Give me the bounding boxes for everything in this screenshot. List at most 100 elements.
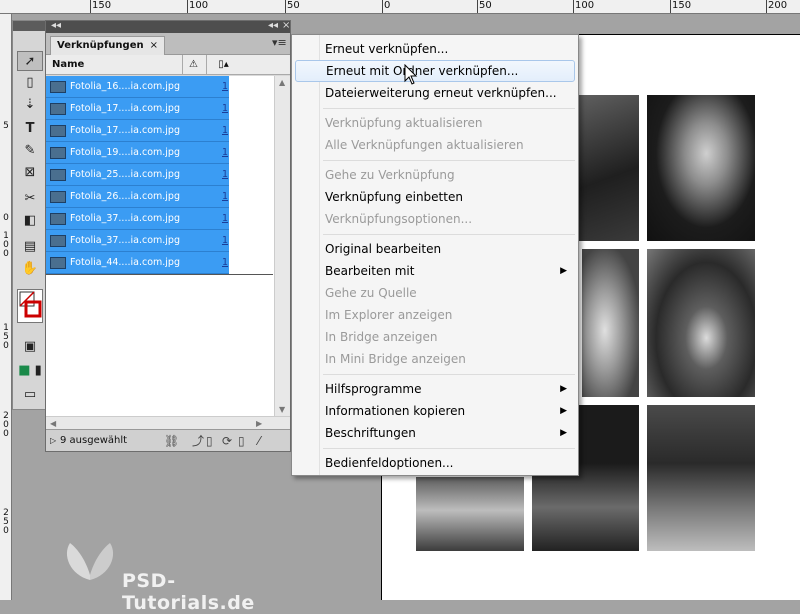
menu-item-relink-folder[interactable]: Erneut mit Ordner verknüpfen...	[295, 60, 575, 82]
hand-tool-icon[interactable]: ✋	[17, 259, 43, 279]
horizontal-ruler[interactable]: 150 100 50 0 50 100 150 200	[0, 0, 800, 14]
menu-item-goto-link[interactable]: Gehe zu Verknüpfung	[325, 164, 575, 186]
menu-item-copy-info[interactable]: Informationen kopieren ▶	[325, 400, 575, 422]
list-divider	[46, 274, 273, 275]
vertical-ruler[interactable]: 5 0 1 0 0 1 5 0 2 0 0 2 5 0	[0, 14, 12, 600]
menu-separator	[323, 108, 575, 109]
list-item[interactable]: Fotolia_37....ia.com.jpg 1	[46, 208, 229, 230]
mouse-cursor-icon	[404, 64, 418, 85]
menu-item-show-bridge[interactable]: In Bridge anzeigen	[325, 326, 575, 348]
list-item[interactable]: Fotolia_16....ia.com.jpg 1	[46, 76, 229, 98]
menu-item-relink-extension[interactable]: Dateierweiterung erneut verknüpfen...	[325, 82, 575, 104]
rectangle-frame-tool-icon[interactable]: ⊠	[17, 163, 43, 183]
menu-item-edit-original[interactable]: Original bearbeiten	[325, 238, 575, 260]
ruler-tick	[573, 0, 574, 13]
screen-mode-icon[interactable]: ▭	[17, 385, 43, 405]
link-thumbnail	[50, 81, 66, 93]
ruler-label: 5	[3, 121, 9, 131]
menu-item-show-mini-bridge[interactable]: In Mini Bridge anzeigen	[325, 348, 575, 370]
list-item[interactable]: Fotolia_17....ia.com.jpg 1	[46, 98, 229, 120]
apply-color-icon[interactable]: ■ ▮	[17, 361, 43, 381]
expand-icon[interactable]: ◂◂	[268, 20, 278, 31]
menu-separator	[323, 160, 575, 161]
links-panel: ◂◂ ◂◂ × Verknüpfungen × ▾≡ Name ⚠ ▯▴ Foto…	[45, 20, 291, 452]
menu-item-update-link[interactable]: Verknüpfung aktualisieren	[325, 112, 575, 134]
menu-item-link-options[interactable]: Verknüpfungsoptionen...	[325, 208, 575, 230]
list-item[interactable]: Fotolia_19....ia.com.jpg 1	[46, 142, 229, 164]
formatting-icon[interactable]: ▣	[17, 337, 43, 357]
watermark: PSD-Tutorials.de	[60, 535, 300, 614]
ruler-label: 50	[287, 0, 300, 11]
expand-info-icon[interactable]: ▷	[50, 430, 56, 452]
panel-title-bar[interactable]: ◂◂ ◂◂ ×	[46, 20, 290, 33]
menu-item-captions-label: Beschriftungen	[325, 426, 416, 440]
link-filename: Fotolia_44....ia.com.jpg	[70, 257, 180, 268]
photo-baby[interactable]	[582, 249, 639, 397]
link-thumbnail	[50, 257, 66, 269]
list-item[interactable]: Fotolia_25....ia.com.jpg 1	[46, 164, 229, 186]
scroll-down-icon[interactable]: ▼	[279, 405, 285, 414]
menu-item-utilities[interactable]: Hilfsprogramme ▶	[325, 378, 575, 400]
edit-with-icon[interactable]: ⁄	[258, 430, 260, 452]
type-tool-icon[interactable]: T	[17, 119, 43, 139]
goto-link-icon[interactable]: ▯	[206, 430, 213, 452]
fill-stroke-icon[interactable]	[17, 289, 43, 323]
selection-tool-icon[interactable]: ➚	[17, 51, 43, 71]
page-link[interactable]: 1	[222, 186, 228, 208]
scroll-left-icon[interactable]: ◀	[50, 419, 56, 428]
page-link[interactable]: 1	[222, 164, 228, 186]
list-item[interactable]: Fotolia_26....ia.com.jpg 1	[46, 186, 229, 208]
page-link[interactable]: 1	[222, 120, 228, 142]
photo-lantern[interactable]	[647, 249, 755, 397]
scroll-right-icon[interactable]: ▶	[256, 419, 262, 428]
list-item[interactable]: Fotolia_37....ia.com.jpg 1	[46, 230, 229, 252]
page-link[interactable]: 1	[222, 230, 228, 252]
photo-cat[interactable]	[416, 477, 524, 551]
content-collector-icon[interactable]: ⇣	[17, 95, 43, 115]
warning-icon[interactable]: ⚠	[182, 55, 204, 75]
menu-item-show-explorer[interactable]: Im Explorer anzeigen	[325, 304, 575, 326]
tab-links[interactable]: Verknüpfungen ×	[50, 36, 165, 55]
tools-panel-header[interactable]	[13, 21, 45, 31]
page-link[interactable]: 1	[222, 252, 228, 274]
menu-item-panel-options[interactable]: Bedienfeldoptionen...	[325, 452, 575, 474]
collapse-icon[interactable]: ◂◂	[51, 20, 61, 31]
menu-item-edit-with[interactable]: Bearbeiten mit ▶	[325, 260, 575, 282]
update-link-icon[interactable]: ⟳	[222, 430, 232, 452]
menu-item-relink[interactable]: Erneut verknüpfen...	[325, 38, 575, 60]
horizontal-scrollbar[interactable]: ◀ ▶	[46, 416, 290, 430]
vertical-scrollbar[interactable]: ▲ ▼	[274, 76, 290, 416]
link-filename: Fotolia_26....ia.com.jpg	[70, 191, 180, 202]
relink-icon[interactable]: ⤴	[192, 430, 204, 452]
page-link[interactable]: 1	[222, 76, 228, 98]
ruler-label: 0	[3, 213, 9, 223]
list-item[interactable]: Fotolia_44....ia.com.jpg 1	[46, 252, 229, 274]
panel-footer: ▷ 9 ausgewählt ⛓ ⤴ ▯ ⟳ ▯ ⁄	[46, 429, 290, 451]
pen-tool-icon[interactable]: ✎	[17, 141, 43, 161]
page-link[interactable]: 1	[222, 98, 228, 120]
menu-item-goto-source[interactable]: Gehe zu Quelle	[325, 282, 575, 304]
page-link[interactable]: 1	[222, 208, 228, 230]
page-link[interactable]: 1	[222, 142, 228, 164]
photo-woman[interactable]	[647, 95, 755, 241]
page-tool-icon[interactable]: ▯	[17, 73, 43, 93]
gradient-tool-icon[interactable]: ◧	[17, 211, 43, 231]
menu-item-captions[interactable]: Beschriftungen ▶	[325, 422, 575, 444]
ruler-label: 200	[768, 0, 788, 11]
note-tool-icon[interactable]: ▤	[17, 237, 43, 257]
relink-cc-icon[interactable]: ⛓	[164, 430, 179, 452]
panel-menu-icon[interactable]: ▾≡	[272, 36, 287, 50]
close-panel-icon[interactable]: ×	[282, 20, 290, 31]
list-item[interactable]: Fotolia_17....ia.com.jpg 1	[46, 120, 229, 142]
menu-item-embed-link[interactable]: Verknüpfung einbetten	[325, 186, 575, 208]
menu-item-update-all[interactable]: Alle Verknüpfungen aktualisieren	[325, 134, 575, 156]
ruler-label: 0	[384, 0, 391, 11]
tab-close-icon[interactable]: ×	[150, 40, 158, 51]
column-name[interactable]: Name	[52, 55, 84, 75]
scroll-up-icon[interactable]: ▲	[279, 78, 285, 87]
edit-original-icon[interactable]: ▯	[238, 430, 245, 452]
ruler-label: 100	[575, 0, 595, 11]
scissors-tool-icon[interactable]: ✂	[17, 189, 43, 209]
photo-elephant[interactable]	[647, 405, 755, 551]
page-icon[interactable]: ▯▴	[206, 55, 240, 75]
